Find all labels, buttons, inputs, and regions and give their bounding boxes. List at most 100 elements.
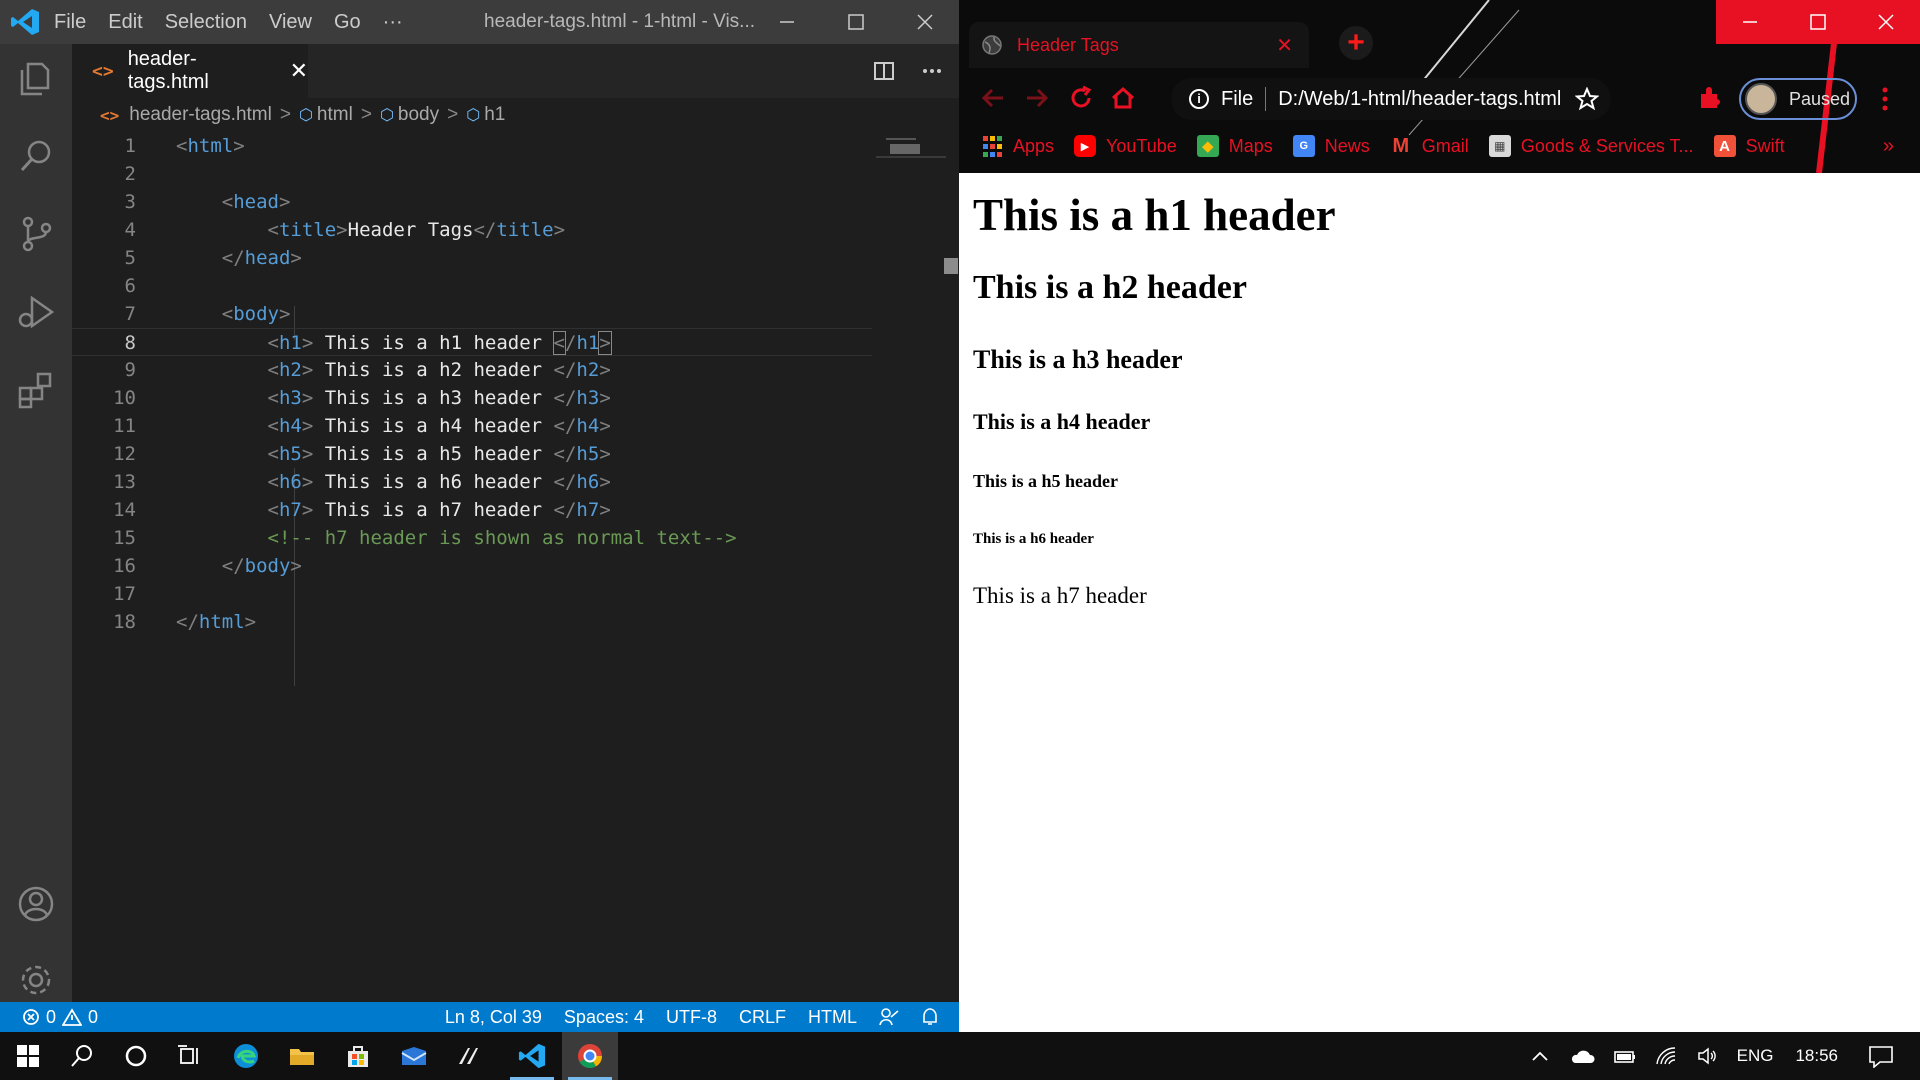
source-control-icon[interactable] (14, 212, 58, 256)
edge-app[interactable] (218, 1032, 274, 1080)
line-number: 7 (124, 303, 136, 325)
file-explorer-app[interactable] (274, 1032, 330, 1080)
split-editor-icon[interactable] (873, 60, 895, 82)
accounts-icon[interactable] (14, 882, 58, 926)
code-text: <html> (176, 135, 245, 157)
more-bookmarks-chevron-icon[interactable]: » (1883, 135, 1894, 158)
code-line: 11 <h4> This is a h4 header </h4> (72, 412, 872, 440)
explorer-icon[interactable] (14, 56, 58, 100)
chevron-up-icon[interactable] (1531, 1050, 1549, 1062)
tab-header-tags-html[interactable]: <> header-tags.html ✕ (72, 44, 308, 98)
breadcrumb-file[interactable]: header-tags.html (129, 104, 272, 126)
bookmarks-bar: Apps ▶ YouTube ◆ Maps G News M Gmail ▦ G… (959, 126, 1920, 166)
taskbar-search-button[interactable] (54, 1032, 110, 1080)
minimize-button[interactable] (757, 0, 817, 44)
line-number: 18 (113, 611, 136, 633)
code-text: <body> (221, 303, 291, 325)
close-window-button[interactable] (895, 0, 955, 44)
menu-selection[interactable]: Selection (165, 11, 247, 34)
task-view-button[interactable] (162, 1032, 218, 1080)
windows-logo-icon (17, 1045, 39, 1067)
browser-tab-close-button[interactable]: ✕ (1276, 33, 1293, 58)
input-language[interactable]: ENG (1737, 1046, 1774, 1066)
bookmark-youtube[interactable]: ▶ YouTube (1074, 135, 1177, 157)
h7-text: This is a h7 header (313, 499, 554, 521)
code-text: <title>Header Tags</title> (267, 219, 566, 241)
chrome-maximize-button[interactable] (1784, 0, 1852, 44)
sketch-app[interactable] (442, 1032, 498, 1080)
breadcrumb-h1[interactable]: h1 (484, 104, 505, 126)
reload-icon[interactable] (1067, 84, 1095, 112)
search-icon[interactable] (14, 134, 58, 178)
minimap[interactable] (876, 134, 946, 164)
url-text[interactable]: D:/Web/1-html/header-tags.html (1278, 88, 1561, 111)
warning-icon (62, 1008, 83, 1026)
store-app[interactable] (330, 1032, 386, 1080)
menu-more[interactable]: ··· (383, 11, 403, 34)
start-button[interactable] (0, 1032, 56, 1080)
encoding[interactable]: UTF-8 (666, 1007, 717, 1028)
vscode-app[interactable] (504, 1032, 560, 1080)
more-actions-icon[interactable] (921, 60, 943, 82)
bookmark-maps[interactable]: ◆ Maps (1196, 135, 1273, 157)
cursor-position[interactable]: Ln 8, Col 39 (445, 1007, 542, 1028)
scrollbar-cursor-marker[interactable] (944, 258, 958, 274)
home-icon[interactable] (1109, 84, 1137, 112)
onedrive-cloud-icon[interactable] (1569, 1047, 1595, 1065)
bookmark-gst[interactable]: ▦ Goods & Services T... (1488, 135, 1694, 157)
bookmark-apps[interactable]: Apps (981, 135, 1054, 157)
bookmark-swift[interactable]: A Swift (1713, 135, 1785, 157)
end-of-line[interactable]: CRLF (739, 1007, 786, 1028)
menu-edit[interactable]: Edit (108, 11, 142, 34)
code-text: <h4> This is a h4 header </h4> (267, 415, 611, 437)
profile-button[interactable]: Paused (1739, 78, 1857, 120)
maximize-button[interactable] (826, 0, 886, 44)
feedback-icon[interactable] (879, 1007, 899, 1027)
breadcrumb: <> header-tags.html > ⬡ html > ⬡ body > … (72, 98, 959, 132)
breadcrumb-html[interactable]: html (317, 104, 353, 126)
wifi-icon[interactable] (1655, 1046, 1679, 1066)
symbol-element-icon: ⬡ (298, 107, 313, 124)
menu-view[interactable]: View (269, 11, 312, 34)
site-info-icon[interactable]: i (1189, 89, 1209, 109)
indentation[interactable]: Spaces: 4 (564, 1007, 644, 1028)
manage-gear-icon[interactable] (14, 958, 58, 1002)
minimize-icon (780, 21, 794, 23)
notifications-bell-icon[interactable] (921, 1007, 939, 1027)
bookmark-star-icon[interactable] (1575, 87, 1599, 111)
volume-icon[interactable] (1697, 1046, 1719, 1066)
chrome-app[interactable] (562, 1032, 618, 1080)
address-bar[interactable]: i File D:/Web/1-html/header-tags.html (1171, 78, 1611, 120)
back-arrow-icon[interactable] (979, 84, 1007, 112)
chevron-right-icon: > (360, 104, 372, 125)
run-debug-icon[interactable] (14, 290, 58, 334)
chrome-close-button[interactable] (1852, 0, 1920, 44)
breadcrumb-body[interactable]: body (398, 104, 439, 126)
code-editor[interactable]: 1 <html> 2 3 <head> 4 <title>Header Tags… (72, 132, 959, 1002)
language-mode[interactable]: HTML (808, 1007, 857, 1028)
extensions-puzzle-icon[interactable] (1697, 84, 1725, 112)
code-line: 12 <h5> This is a h5 header </h5> (72, 440, 872, 468)
forward-arrow-icon[interactable] (1023, 84, 1051, 112)
url-scheme-label: File (1221, 87, 1254, 110)
action-center-icon[interactable] (1868, 1044, 1894, 1068)
line-number: 12 (113, 443, 136, 465)
bookmark-news[interactable]: G News (1292, 135, 1370, 157)
tab-close-button[interactable]: ✕ (290, 58, 308, 84)
extensions-icon[interactable] (14, 368, 58, 412)
cortana-button[interactable] (108, 1032, 164, 1080)
problems-indicator[interactable]: 0 0 (22, 1002, 98, 1032)
chrome-frame: Header Tags ✕ + i File D:/Web/1-html/hea… (959, 0, 1920, 173)
menu-go[interactable]: Go (334, 11, 361, 34)
menu-file[interactable]: File (54, 11, 86, 34)
new-tab-button[interactable]: + (1339, 26, 1373, 60)
error-icon (23, 1009, 39, 1025)
chrome-menu-icon[interactable] (1879, 86, 1891, 112)
browser-tab-header-tags[interactable]: Header Tags ✕ (969, 22, 1309, 68)
chrome-minimize-button[interactable] (1716, 0, 1784, 44)
line-number: 2 (124, 163, 136, 185)
bookmark-gmail[interactable]: M Gmail (1390, 135, 1468, 157)
mail-app[interactable] (386, 1032, 442, 1080)
clock-time[interactable]: 18:56 (1795, 1046, 1838, 1066)
battery-icon[interactable] (1613, 1047, 1637, 1065)
